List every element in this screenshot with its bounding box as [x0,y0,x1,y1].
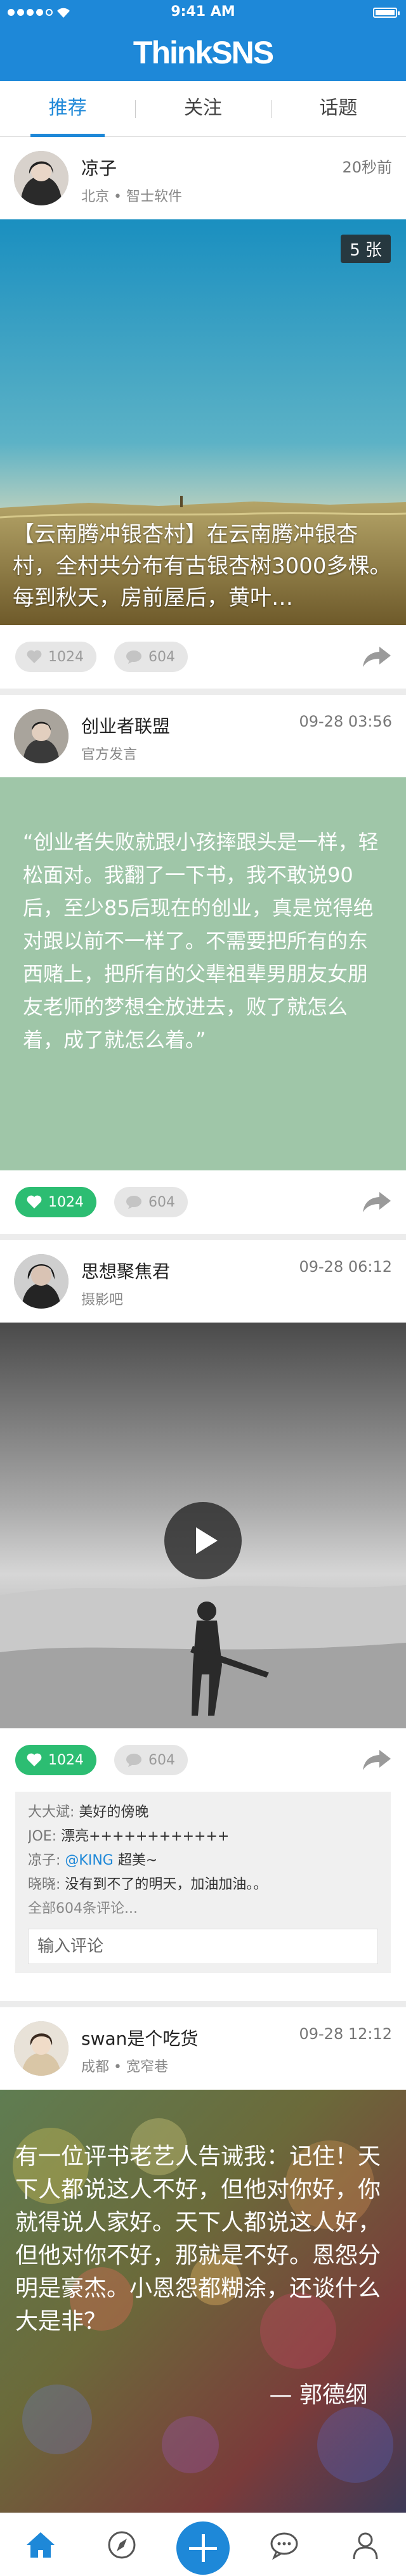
comment-text: 漂亮++++++++++++ [61,1828,230,1844]
status-bar: 9:41 AM [0,0,406,25]
heart-icon [27,1753,42,1766]
comment-button[interactable]: 604 [114,1745,188,1775]
comment-user[interactable]: 大大斌: [28,1804,74,1820]
quote-image-panel[interactable]: 有一位评书老艺人告诫我：记住！天下人都说这人不好，但他对你好，你就得说人家好。天… [0,2090,406,2513]
like-count: 1024 [48,1752,84,1768]
message-icon [270,2532,298,2560]
post-card: 凉子 北京 • 智士软件 20秒前 5 张 【云南腾冲银杏村】在云南腾冲银杏村，… [0,137,406,689]
like-button[interactable]: 1024 [15,1187,96,1217]
post-author[interactable]: 创业者联盟 [81,713,170,738]
post-header: 思想聚焦君 摄影吧 09-28 06:12 [0,1240,406,1323]
post-actions: 1024 604 [0,625,406,689]
compass-icon [108,2531,136,2559]
comment-icon [126,1754,141,1767]
image-count-badge: 5 张 [341,235,391,263]
app-logo: ThinkSNS [133,35,274,70]
post-card: 创业者联盟 官方发言 09-28 03:56 “创业者失败就跟小孩摔跟头是一样，… [0,695,406,1234]
like-button[interactable]: 1024 [15,1745,96,1775]
comment-item: 凉子: @KING 超美~ [28,1849,378,1873]
comment-count: 604 [148,1194,175,1210]
comment-button[interactable]: 604 [114,1187,188,1217]
tab-topics[interactable]: 话题 [270,81,406,136]
post-card: 思想聚焦君 摄影吧 09-28 06:12 1024 604 大大斌: 美好的傍… [0,1240,406,2001]
post-header: 创业者联盟 官方发言 09-28 03:56 [0,695,406,777]
comment-user[interactable]: 晓晓: [28,1877,60,1893]
play-button[interactable] [164,1502,242,1579]
app-screen: 9:41 AM ThinkSNS 推荐 关注 话题 凉子 北京 • 智士软件 2… [0,0,406,2576]
post-header: 凉子 北京 • 智士软件 20秒前 [0,137,406,219]
comment-section: 大大斌: 美好的傍晚 JOE: 漂亮++++++++++++ 凉子: @KING… [15,1792,391,1973]
comment-user[interactable]: JOE: [28,1828,56,1844]
comment-item: 晓晓: 没有到不了的明天，加油加油。。 [28,1873,378,1897]
post-quote: 有一位评书老艺人告诫我：记住！天下人都说这人不好，但他对你好，你就得说人家好。天… [15,2144,381,2334]
comment-icon [126,650,141,664]
bottom-tab-bar [0,2513,406,2576]
share-icon[interactable] [362,1747,392,1773]
like-count: 1024 [48,649,84,665]
comment-count: 604 [148,1752,175,1768]
comment-count: 604 [148,649,175,665]
compose-button[interactable] [176,2521,230,2575]
quote-panel[interactable]: “创业者失败就跟小孩摔跟头是一样，轻松面对。我翻了一下书，我不敢说90后，至少8… [0,777,406,1170]
avatar[interactable] [14,2021,69,2076]
share-icon[interactable] [362,1189,392,1215]
tab-following[interactable]: 关注 [135,81,270,136]
comment-text: 没有到不了的明天，加油加油。。 [65,1877,268,1893]
post-time: 09-28 12:12 [299,2025,392,2043]
comment-text: 美好的傍晚 [79,1804,149,1820]
post-caption: 【云南腾冲银杏村】在云南腾冲银杏村，全村共分布有古银杏树3000多棵。每到秋天，… [13,522,391,611]
status-time: 9:41 AM [171,4,235,20]
post-quote: “创业者失败就跟小孩摔跟头是一样，轻松面对。我翻了一下书，我不敢说90后，至少8… [23,830,379,1052]
nav-discover[interactable] [81,2513,162,2576]
post-actions: 1024 604 [0,1170,406,1234]
post-time: 09-28 03:56 [299,713,392,730]
post-location: 成都 • 宽窄巷 [81,2059,168,2075]
like-count: 1024 [48,1194,84,1210]
post-image[interactable]: 5 张 【云南腾冲银杏村】在云南腾冲银杏村，全村共分布有古银杏树3000多棵。每… [0,219,406,625]
share-icon[interactable] [362,644,392,670]
tab-recommended[interactable]: 推荐 [0,81,135,137]
post-author[interactable]: 凉子 [81,155,117,180]
comment-item: JOE: 漂亮++++++++++++ [28,1825,378,1849]
post-location: 摄影吧 [81,1292,124,1308]
battery-icon [373,8,400,18]
comment-input[interactable]: 输入评论 [28,1929,378,1964]
post-location: 官方发言 [81,747,138,763]
avatar[interactable] [14,1254,69,1309]
profile-icon [353,2532,378,2560]
quote-author: — 郭德纲 [269,2382,368,2408]
nav-home[interactable] [0,2513,81,2576]
comment-item: 大大斌: 美好的傍晚 [28,1801,378,1825]
like-button[interactable]: 1024 [15,642,96,672]
comment-icon [126,1196,141,1209]
avatar[interactable] [14,151,69,205]
comment-user[interactable]: 凉子: [28,1853,60,1868]
all-comments-link[interactable]: 全部604条评论... [28,1897,378,1921]
comment-text: 超美~ [113,1853,158,1868]
nav-messages[interactable] [244,2513,325,2576]
feed-tabs: 推荐 关注 话题 [0,81,406,137]
post-actions: 1024 604 [0,1728,406,1792]
top-nav-bar: ThinkSNS [0,25,406,81]
post-card: swan是个吃货 成都 • 宽窄巷 09-28 12:12 有一位评书老艺人告诫… [0,2007,406,2513]
post-author[interactable]: 思想聚焦君 [81,1258,170,1283]
post-video[interactable] [0,1323,406,1728]
post-time: 09-28 06:12 [299,1258,392,1276]
post-location: 北京 • 智士软件 [81,189,182,205]
post-header: swan是个吃货 成都 • 宽窄巷 09-28 12:12 [0,2007,406,2090]
heart-icon [27,1195,42,1208]
post-time: 20秒前 [342,159,392,176]
nav-profile[interactable] [325,2513,406,2576]
home-icon [27,2532,55,2558]
comment-button[interactable]: 604 [114,642,188,672]
heart-icon [27,650,42,663]
comment-mention[interactable]: @KING [65,1853,113,1868]
avatar[interactable] [14,709,69,763]
post-author[interactable]: swan是个吃货 [81,2025,198,2050]
